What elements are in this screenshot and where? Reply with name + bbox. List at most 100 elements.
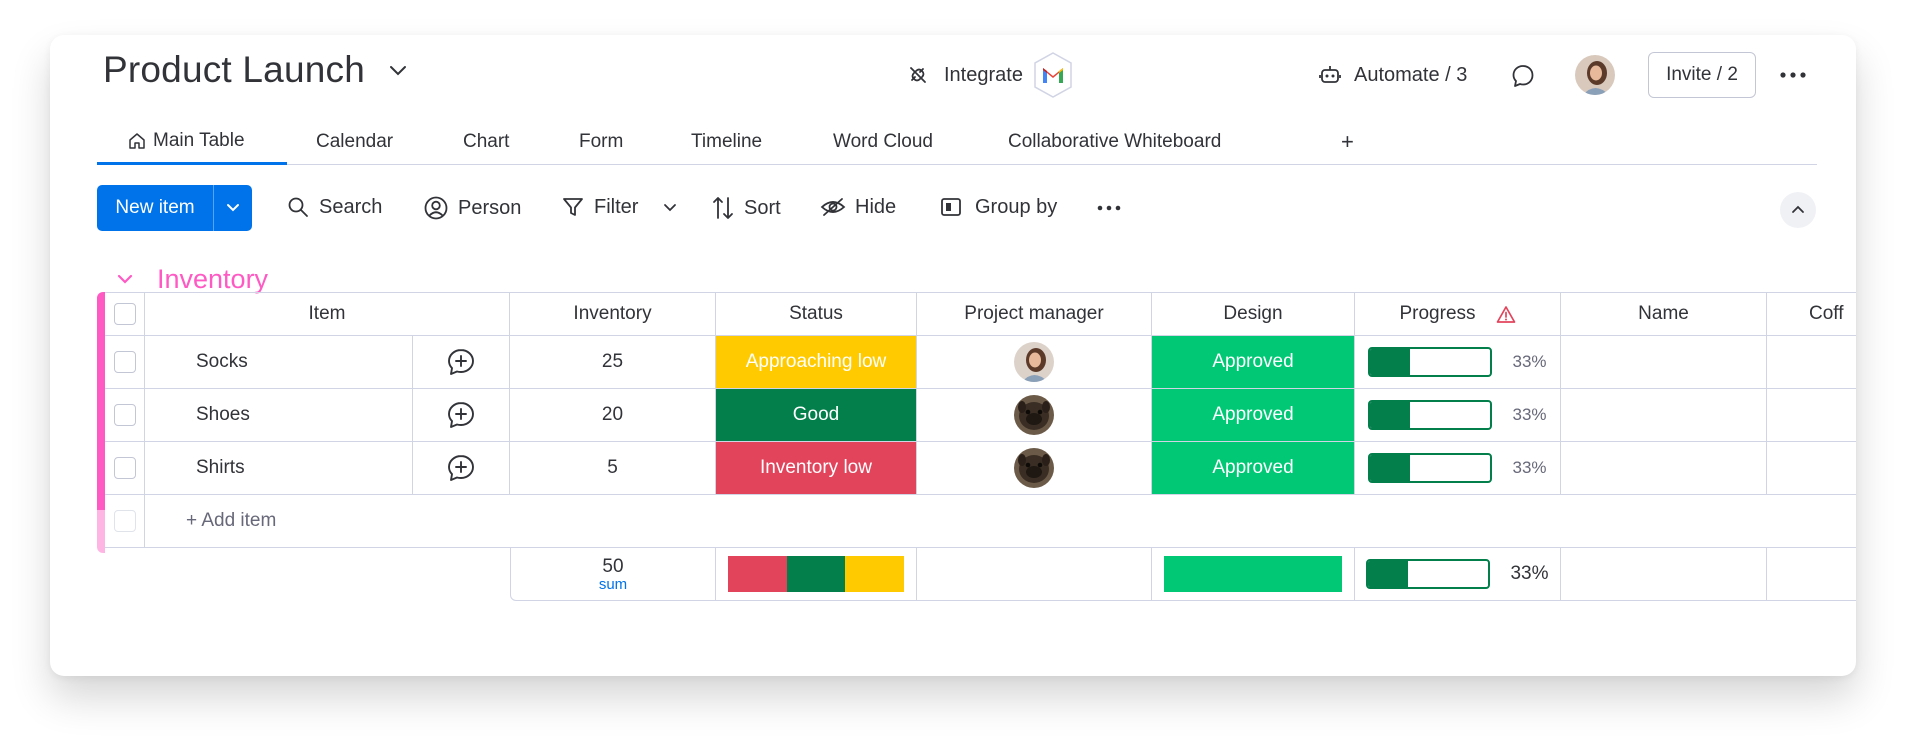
item-name-cell[interactable]: Socks xyxy=(145,336,413,389)
board-window: Product Launch Integrate Automate / 3 In… xyxy=(50,35,1856,676)
chevron-down-icon xyxy=(227,204,239,212)
select-all-cell[interactable] xyxy=(105,292,145,336)
hide-button[interactable]: Hide xyxy=(820,195,896,219)
tab-main-table[interactable]: Main Table xyxy=(97,119,287,165)
status-cell[interactable]: Inventory low xyxy=(716,442,917,495)
column-header-design[interactable]: Design xyxy=(1152,292,1355,336)
progress-percent: 33% xyxy=(1512,458,1547,477)
add-view-button[interactable]: + xyxy=(1341,119,1354,165)
design-cell[interactable]: Approved xyxy=(1152,336,1355,389)
column-header-status[interactable]: Status xyxy=(716,292,917,336)
design-cell[interactable]: Approved xyxy=(1152,442,1355,495)
status-segment-good xyxy=(786,556,846,592)
tab-chart[interactable]: Chart xyxy=(463,119,509,165)
person-filter-button[interactable]: Person xyxy=(423,195,521,221)
automate-button[interactable]: Automate / 3 xyxy=(1318,50,1467,100)
design-summary-cell[interactable] xyxy=(1152,548,1355,601)
inventory-summary-cell[interactable]: 50 sum xyxy=(510,548,716,601)
integrate-button[interactable]: Integrate xyxy=(906,50,1075,100)
tab-word-cloud[interactable]: Word Cloud xyxy=(833,119,933,165)
new-item-label: New item xyxy=(115,197,195,218)
tab-collaborative-whiteboard[interactable]: Collaborative Whiteboard xyxy=(1008,119,1221,165)
board-title[interactable]: Product Launch xyxy=(103,49,365,91)
inventory-cell[interactable]: 5 xyxy=(510,442,716,495)
progress-cell: 33% xyxy=(1355,336,1561,389)
filter-button[interactable]: Filter xyxy=(561,195,638,219)
item-name-cell[interactable]: Shoes xyxy=(145,389,413,442)
progress-cell: 33% xyxy=(1355,442,1561,495)
design-cell[interactable]: Approved xyxy=(1152,389,1355,442)
status-cell[interactable]: Good xyxy=(716,389,917,442)
column-header-item[interactable]: Item xyxy=(145,292,510,336)
status-summary-cell[interactable] xyxy=(716,548,917,601)
add-update-cell[interactable] xyxy=(413,336,510,389)
inventory-cell[interactable]: 25 xyxy=(510,336,716,389)
name-cell[interactable] xyxy=(1561,336,1767,389)
coff-cell[interactable] xyxy=(1767,442,1856,495)
column-header-project-manager[interactable]: Project manager xyxy=(917,292,1152,336)
select-all-checkbox[interactable] xyxy=(113,303,136,325)
more-options-icon[interactable] xyxy=(1094,198,1124,218)
progress-summary-percent: 33% xyxy=(1510,563,1549,584)
group-by-button[interactable]: Group by xyxy=(940,195,1057,219)
add-update-cell[interactable] xyxy=(413,442,510,495)
person-icon xyxy=(424,196,448,220)
chat-bubble-icon[interactable] xyxy=(1510,63,1536,89)
add-update-icon[interactable] xyxy=(446,400,476,430)
coff-summary-cell xyxy=(1767,548,1856,601)
row-checkbox[interactable] xyxy=(113,457,136,479)
filter-label: Filter xyxy=(594,195,639,218)
user-avatar[interactable] xyxy=(1575,55,1615,95)
add-update-icon[interactable] xyxy=(446,347,476,377)
group-title[interactable]: Inventory xyxy=(157,264,268,295)
woman-avatar-icon xyxy=(1014,342,1054,382)
person-label: Person xyxy=(458,196,522,219)
avatar[interactable] xyxy=(1014,342,1054,382)
inventory-cell[interactable]: 20 xyxy=(510,389,716,442)
add-update-icon[interactable] xyxy=(446,453,476,483)
sort-button[interactable]: Sort xyxy=(711,195,781,221)
chevron-down-icon[interactable] xyxy=(387,63,409,79)
chevron-down-icon[interactable] xyxy=(116,273,134,285)
add-update-cell[interactable] xyxy=(413,389,510,442)
coff-cell[interactable] xyxy=(1767,336,1856,389)
project-manager-cell[interactable] xyxy=(917,336,1152,389)
progress-percent: 33% xyxy=(1512,352,1547,371)
collapse-header-button[interactable] xyxy=(1780,192,1816,228)
name-summary-cell xyxy=(1561,548,1767,601)
search-button[interactable]: Search xyxy=(286,195,382,219)
row-checkbox[interactable] xyxy=(113,351,136,373)
row-select-cell[interactable] xyxy=(105,389,145,442)
avatar[interactable] xyxy=(1014,395,1054,435)
new-item-button[interactable]: New item xyxy=(97,185,252,231)
name-cell[interactable] xyxy=(1561,389,1767,442)
tab-timeline[interactable]: Timeline xyxy=(691,119,762,165)
avatar[interactable] xyxy=(1014,448,1054,488)
column-header-progress[interactable]: Progress xyxy=(1355,292,1561,336)
project-manager-cell[interactable] xyxy=(917,389,1152,442)
robot-icon xyxy=(1319,66,1341,83)
row-select-cell[interactable] xyxy=(105,442,145,495)
hide-label: Hide xyxy=(855,195,897,218)
chevron-down-icon[interactable] xyxy=(661,201,679,215)
new-item-dropdown[interactable] xyxy=(214,185,252,231)
column-header-inventory[interactable]: Inventory xyxy=(510,292,716,336)
add-item-input[interactable]: + Add item xyxy=(145,495,1856,548)
name-cell[interactable] xyxy=(1561,442,1767,495)
column-header-coff[interactable]: Coff xyxy=(1767,292,1856,336)
status-cell[interactable]: Approaching low xyxy=(716,336,917,389)
plug-icon xyxy=(910,67,926,83)
project-manager-cell[interactable] xyxy=(917,442,1152,495)
invite-button[interactable]: Invite / 2 xyxy=(1648,52,1756,98)
dog-avatar-icon xyxy=(1014,448,1054,488)
coff-cell[interactable] xyxy=(1767,389,1856,442)
warning-icon[interactable] xyxy=(1496,305,1516,324)
row-select-cell[interactable] xyxy=(105,336,145,389)
view-tabs: Main Table Calendar Chart Form Timeline … xyxy=(97,119,1817,165)
more-options-icon[interactable] xyxy=(1776,65,1810,85)
tab-calendar[interactable]: Calendar xyxy=(316,119,393,165)
column-header-name[interactable]: Name xyxy=(1561,292,1767,336)
row-checkbox[interactable] xyxy=(113,404,136,426)
tab-form[interactable]: Form xyxy=(579,119,623,165)
item-name-cell[interactable]: Shirts xyxy=(145,442,413,495)
